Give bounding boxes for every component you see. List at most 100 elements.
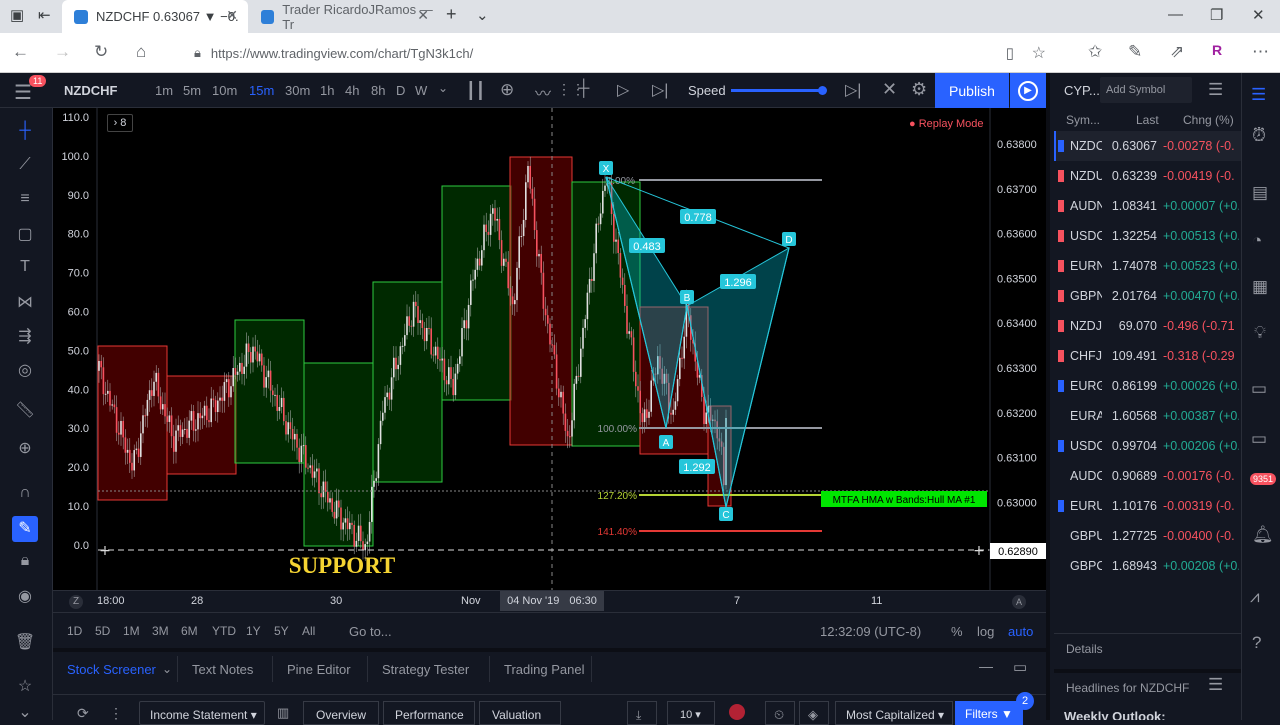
target-icon[interactable]: ◎ xyxy=(14,360,36,380)
refresh-screener-icon[interactable]: ⟳ xyxy=(77,705,89,722)
us-flag-icon[interactable] xyxy=(729,704,745,720)
minimize-icon[interactable]: — xyxy=(1168,6,1183,23)
range-1y[interactable]: 1Y xyxy=(246,624,261,638)
panel-tab[interactable]: Stock Screener xyxy=(67,662,156,677)
auto-scale-icon[interactable]: A xyxy=(1012,595,1026,609)
ideas-icon[interactable]: 💡︎ xyxy=(1254,323,1266,343)
replay-select-bar-icon[interactable]: ┼ xyxy=(578,80,589,98)
data-window-icon[interactable]: ▤ xyxy=(1252,183,1268,203)
interval-10m[interactable]: 10m xyxy=(212,83,237,98)
url-field[interactable]: 🔒︎ https://www.tradingview.com/chart/TgN… xyxy=(182,39,1058,67)
range-all[interactable]: All xyxy=(302,624,315,638)
tag-icon[interactable]: ◈ xyxy=(799,701,829,725)
watchlist-title[interactable]: CYP... xyxy=(1064,83,1100,98)
help-icon[interactable]: ? xyxy=(1252,633,1261,653)
forward-icon[interactable]: → xyxy=(54,42,71,62)
speed-slider[interactable] xyxy=(731,89,823,92)
clock-label[interactable]: 12:32:09 (UTC-8) xyxy=(820,624,921,639)
watchlist-row[interactable]: NZDCHF 0.63067 -0.00278 (-0. xyxy=(1054,131,1245,161)
interval-chevron-icon[interactable]: ⌄ xyxy=(438,81,448,95)
calendar-icon[interactable]: ▦ xyxy=(1252,277,1268,297)
interval-W[interactable]: W xyxy=(415,83,427,98)
speed-slider-handle[interactable] xyxy=(818,86,827,95)
export-icon[interactable]: ⤓ xyxy=(627,701,657,725)
bar-style-icon[interactable]: ┃┃ xyxy=(466,81,485,101)
symbol-search-button[interactable]: NZDCHF xyxy=(64,83,117,98)
minimize-panel-icon[interactable]: — xyxy=(979,658,993,674)
watchlist-row[interactable]: EURUSD 1.10176 -0.00319 (-0. xyxy=(1054,491,1245,521)
favorites-icon[interactable]: ✩ xyxy=(1088,42,1102,62)
range-ytd[interactable]: YTD xyxy=(212,624,236,638)
income-statement-select[interactable]: Income Statement ▾ xyxy=(139,701,265,725)
watchlist-row[interactable]: GBPUSD 1.27725 -0.00400 (-0. xyxy=(1054,521,1245,551)
more-options-icon[interactable]: ⋮ xyxy=(109,705,123,722)
alerts-clock-icon[interactable]: ⏰︎ xyxy=(1252,125,1266,146)
browser-tab-active[interactable]: NZDCHF 0.63067 ▼ −0. ✕ xyxy=(62,0,248,33)
new-tab-icon[interactable]: + xyxy=(446,4,457,25)
watchlist-icon[interactable]: ☰ xyxy=(1251,85,1266,105)
watchlist-row[interactable]: EURGBP 0.86199 +0.00026 (+0. xyxy=(1054,371,1245,401)
filters-button[interactable]: Filters ▼ xyxy=(955,701,1023,725)
more-menu-icon[interactable]: ⋯ xyxy=(1252,42,1269,62)
tab-actions-icon[interactable]: ▣ xyxy=(10,6,24,24)
messages-icon[interactable]: ▭ xyxy=(1251,429,1267,449)
share-icon[interactable]: ⇗ xyxy=(1170,42,1184,62)
timezone-z-icon[interactable]: Z xyxy=(69,595,83,609)
zoom-in-icon[interactable]: ⊕ xyxy=(14,438,36,458)
watchlist-row[interactable]: NZDUSD 0.63239 -0.00419 (-0. xyxy=(1054,161,1245,191)
interval-D[interactable]: D xyxy=(396,83,405,98)
watchlist-row[interactable]: NZDJPY 69.070 -0.496 (-0.71 xyxy=(1054,311,1245,341)
chat-icon[interactable]: ▭ xyxy=(1251,379,1267,399)
chart-canvas[interactable]: 0.00% 100.00% 127.20% 141.40% XABCD0.483… xyxy=(53,108,1046,590)
publish-button[interactable]: Publish xyxy=(935,73,1009,108)
hide-drawings-icon[interactable]: ◉ xyxy=(14,586,36,606)
browser-tab[interactable]: Trader RicardoJRamos — Tr ✕ xyxy=(249,0,439,33)
pen-icon[interactable]: ✎ xyxy=(1128,42,1142,62)
trash-icon[interactable]: 🗑︎ xyxy=(14,632,36,652)
interval-1h[interactable]: 1h xyxy=(320,83,334,98)
watchlist-row[interactable]: USDCHF 0.99704 +0.00206 (+0. xyxy=(1054,431,1245,461)
close-tab-icon[interactable]: ✕ xyxy=(417,7,429,24)
lock-drawings-icon[interactable]: 🔒︎ xyxy=(14,552,36,572)
bars-count-badge[interactable]: › 8 xyxy=(107,114,133,132)
watchlist-row[interactable]: EURNZD 1.74078 +0.00523 (+0. xyxy=(1054,251,1245,281)
range-1m[interactable]: 1M xyxy=(123,624,140,638)
prediction-icon[interactable]: ⇶ xyxy=(14,326,36,346)
most-capitalized-select[interactable]: Most Capitalized ▾ xyxy=(835,701,953,725)
range-5d[interactable]: 5D xyxy=(95,624,110,638)
order-panel-icon[interactable]: ⩘ xyxy=(1250,587,1260,607)
forward-step-icon[interactable]: ▷| xyxy=(652,80,668,100)
hotlist-icon[interactable]: ◔ xyxy=(1252,231,1262,251)
interval-5m[interactable]: 5m xyxy=(183,83,201,98)
close-window-icon[interactable]: ✕ xyxy=(1252,6,1265,24)
pattern-icon[interactable]: ⋈ xyxy=(14,292,36,312)
header-last[interactable]: Last xyxy=(1136,113,1159,127)
time-axis[interactable]: Z 18:002830Nov7115 04 Nov '19 06:30 A xyxy=(53,590,1046,612)
add-symbol-input[interactable]: Add Symbol xyxy=(1100,77,1192,103)
refresh-icon[interactable]: ↻ xyxy=(94,42,108,62)
range-6m[interactable]: 6M xyxy=(181,624,198,638)
headlines-menu-icon[interactable]: ☰ xyxy=(1208,675,1223,695)
auto-scale-toggle[interactable]: auto xyxy=(1008,624,1033,639)
panel-tab[interactable]: Pine Editor xyxy=(287,662,351,677)
watchlist-row[interactable]: CHFJPY 109.491 -0.318 (-0.29 xyxy=(1054,341,1245,371)
schedule-icon[interactable]: ⏲ xyxy=(765,701,795,725)
watchlist-row[interactable]: EURAUD 1.60568 +0.00387 (+0. xyxy=(1054,401,1245,431)
count-select[interactable]: 10 ▾ xyxy=(667,701,715,725)
stay-in-drawing-mode-icon[interactable]: ✎ xyxy=(12,516,38,542)
set-aside-tabs-icon[interactable]: ⇤ xyxy=(38,6,51,24)
columns-icon[interactable]: ▥ xyxy=(277,705,289,721)
news-headline[interactable]: Weekly Outlook: xyxy=(1064,709,1234,720)
watchlist-menu-icon[interactable]: ☰ xyxy=(1208,80,1223,100)
indicators-icon[interactable]: ⊕ xyxy=(500,80,514,100)
watchlist-row[interactable]: AUDNZD 1.08341 +0.00007 (+0. xyxy=(1054,191,1245,221)
interval-4h[interactable]: 4h xyxy=(345,83,359,98)
compare-icon[interactable]: 〰 xyxy=(535,80,551,104)
header-symbol[interactable]: Sym... xyxy=(1066,113,1100,127)
header-change[interactable]: Chng (%) xyxy=(1183,113,1234,127)
settings-gear-icon[interactable]: ⚙ xyxy=(911,79,927,100)
overview-tab[interactable]: Overview xyxy=(303,701,379,725)
ruler-icon[interactable]: 📏︎ xyxy=(14,400,36,420)
magnet-icon[interactable]: ∩ xyxy=(14,484,36,504)
performance-tab[interactable]: Performance xyxy=(383,701,475,725)
